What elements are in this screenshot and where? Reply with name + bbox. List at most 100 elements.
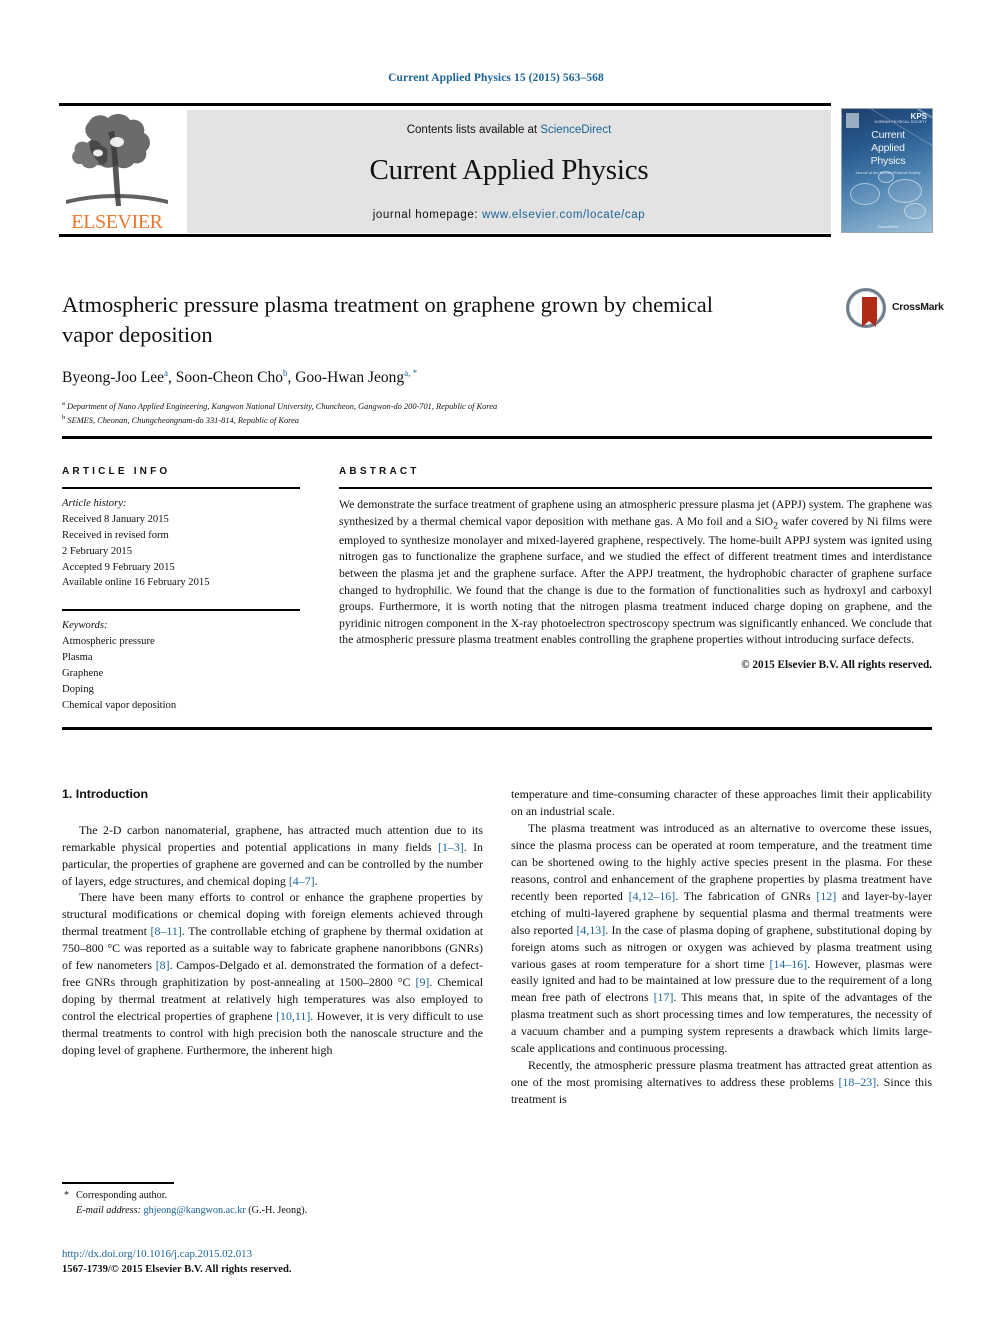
footnote-separator-rule <box>62 1182 174 1184</box>
author-name[interactable]: Soon-Cheon Cho <box>176 369 283 386</box>
email-link[interactable]: ghjeong@kangwon.ac.kr <box>144 1205 246 1216</box>
body-paragraph: There have been many efforts to control … <box>62 890 483 1058</box>
banner-top-rule <box>59 103 831 106</box>
sciencedirect-link[interactable]: ScienceDirect <box>540 124 611 136</box>
abstract-column: ABSTRACT We demonstrate the surface trea… <box>339 466 932 671</box>
article-info-rule <box>62 487 300 489</box>
keyword-item: Chemical vapor deposition <box>62 699 177 711</box>
left-paragraph-container: The 2-D carbon nanomaterial, graphene, h… <box>62 822 483 1059</box>
abstract-heading-text: ABSTRACT <box>339 466 420 477</box>
body-columns: 1. Introduction The 2-D carbon nanomater… <box>62 786 932 1206</box>
body-paragraph: The plasma treatment was introduced as a… <box>511 820 933 1056</box>
article-history-label: Article history: <box>62 498 127 509</box>
elsevier-wordmark: ELSEVIER <box>71 211 163 233</box>
keyword-item: Atmospheric pressure <box>62 636 155 648</box>
author-list: Byeong-Joo Leea, Soon-Cheon Chob, Goo-Hw… <box>62 367 418 386</box>
elsevier-logo[interactable]: ELSEVIER <box>59 110 175 233</box>
cover-society-badge-sub: KOREAN PHYSICAL SOCIETY <box>874 120 927 124</box>
contents-prefix: Contents lists available at <box>406 124 541 136</box>
abstract-heading: ABSTRACT <box>339 466 932 477</box>
body-column-right: temperature and time-consuming character… <box>511 786 932 1108</box>
email-note: E-mail address: ghjeong@kangwon.ac.kr (G… <box>62 1203 483 1218</box>
crossmark-bookmark-icon <box>861 297 877 327</box>
crossmark-label: CrossMark <box>892 301 944 313</box>
affiliation-mark: b <box>62 413 66 421</box>
body-section-top-rule <box>62 727 932 730</box>
author-affil-mark: a <box>164 367 169 378</box>
article-info-column: ARTICLE INFO Article history: Received 8… <box>62 466 300 714</box>
body-paragraph: The 2-D carbon nanomaterial, graphene, h… <box>62 822 483 888</box>
body-paragraph: Recently, the atmospheric pressure plasm… <box>511 1058 932 1107</box>
author-name[interactable]: Byeong-Joo Lee <box>62 369 164 386</box>
banner-grey-panel: Contents lists available at ScienceDirec… <box>187 110 831 233</box>
cover-society-badge: KPS KOREAN PHYSICAL SOCIETY <box>875 113 927 124</box>
article-info-separator <box>62 609 300 612</box>
journal-homepage-line: journal homepage: www.elsevier.com/locat… <box>187 209 831 221</box>
citation-reference[interactable]: [12] <box>816 889 836 903</box>
abstract-text-part2: wafer covered by Ni films were employed … <box>339 514 932 647</box>
affiliation-text: SEMES, Cheonan, Chungcheongnam-do 331-81… <box>67 415 299 425</box>
citation-reference[interactable]: [8] <box>156 958 170 972</box>
email-label: E-mail address: <box>76 1205 141 1217</box>
keyword-item: Plasma <box>62 652 93 664</box>
citation-reference[interactable]: [9] <box>416 975 430 989</box>
cover-bubble-icon-2 <box>888 179 922 203</box>
affiliation-item: b SEMES, Cheonan, Chungcheongnam-do 331-… <box>62 413 832 427</box>
affiliation-mark: a <box>62 400 65 407</box>
page-title: Atmospheric pressure plasma treatment on… <box>62 292 714 347</box>
author-name[interactable]: Goo-Hwan Jeong <box>295 369 404 386</box>
cover-footer-text: ScienceDirect <box>877 225 899 229</box>
abstract-rule <box>339 487 932 489</box>
article-history-item: 2 February 2015 <box>62 545 133 557</box>
author-affil-mark: a, * <box>404 367 418 378</box>
article-history-group: Article history: Received 8 January 2015… <box>62 496 300 591</box>
contents-lists-line: Contents lists available at ScienceDirec… <box>187 124 831 136</box>
email-suffix: (G.-H. Jeong). <box>248 1205 308 1217</box>
elsevier-tree-icon <box>66 114 168 206</box>
cover-bubble-icon-3 <box>878 171 894 183</box>
journal-banner: ELSEVIER Contents lists available at Sci… <box>59 103 933 237</box>
affiliation-text: Department of Nano Applied Engineering, … <box>67 401 498 411</box>
citation-reference[interactable]: [4,13] <box>576 923 605 937</box>
article-history-item: Accepted 9 February 2015 <box>62 561 175 573</box>
citation-reference[interactable]: [14–16] <box>769 957 807 971</box>
keywords-label: Keywords: <box>62 620 108 632</box>
citation-reference[interactable]: [4–7] <box>289 874 315 888</box>
keywords-group: Keywords: Atmospheric pressure Plasma Gr… <box>62 618 300 713</box>
abstract-copyright: © 2015 Elsevier B.V. All rights reserved… <box>741 659 932 672</box>
right-paragraph-container: temperature and time-consuming character… <box>511 786 932 1108</box>
article-info-heading: ARTICLE INFO <box>62 466 300 477</box>
section-heading-introduction: 1. Introduction <box>62 787 149 801</box>
cover-elsevier-badge-icon <box>846 113 859 128</box>
journal-cover-thumbnail[interactable]: KPS KOREAN PHYSICAL SOCIETY Current Appl… <box>841 108 933 233</box>
issn-copyright: 1567-1739/© 2015 Elsevier B.V. All right… <box>62 1264 292 1276</box>
footer-doi-block: http://dx.doi.org/10.1016/j.cap.2015.02.… <box>62 1246 562 1278</box>
corresponding-author-text: Corresponding author. <box>76 1190 168 1201</box>
info-section-top-rule <box>62 436 932 439</box>
cover-title-line-2: Applied <box>871 141 905 154</box>
citation-reference[interactable]: [18–23] <box>839 1075 877 1089</box>
corresponding-author-note: * Corresponding author. <box>62 1188 483 1203</box>
citation-reference[interactable]: [8–11] <box>151 924 182 938</box>
corresponding-author-marker: * <box>64 1190 70 1201</box>
article-info-heading-text: ARTICLE INFO <box>62 466 171 477</box>
body-paragraph: temperature and time-consuming character… <box>511 787 932 818</box>
homepage-url-link[interactable]: www.elsevier.com/locate/cap <box>482 209 645 221</box>
cover-title-line-1: Current <box>871 129 905 141</box>
citation-reference[interactable]: [10,11] <box>276 1009 310 1023</box>
citation-reference[interactable]: [17] <box>654 990 674 1004</box>
crossmark-badge[interactable]: CrossMark <box>846 288 944 328</box>
doi-link[interactable]: http://dx.doi.org/10.1016/j.cap.2015.02.… <box>62 1246 562 1262</box>
article-history-item: Received in revised form <box>62 529 169 541</box>
citation-reference[interactable]: [4,12–16] <box>629 889 676 903</box>
keyword-item: Doping <box>62 683 94 695</box>
citation-reference[interactable]: [1–3] <box>438 840 464 854</box>
abstract-text: We demonstrate the surface treatment of … <box>339 497 932 649</box>
homepage-prefix: journal homepage: <box>372 209 483 221</box>
banner-bottom-rule <box>59 234 831 237</box>
cover-bubble-icon-4 <box>904 203 926 219</box>
article-history-item: Available online 16 February 2015 <box>62 577 210 589</box>
body-column-left: 1. Introduction The 2-D carbon nanomater… <box>62 786 483 1059</box>
keyword-item: Graphene <box>62 668 104 680</box>
cover-bubble-icon-1 <box>850 183 880 205</box>
